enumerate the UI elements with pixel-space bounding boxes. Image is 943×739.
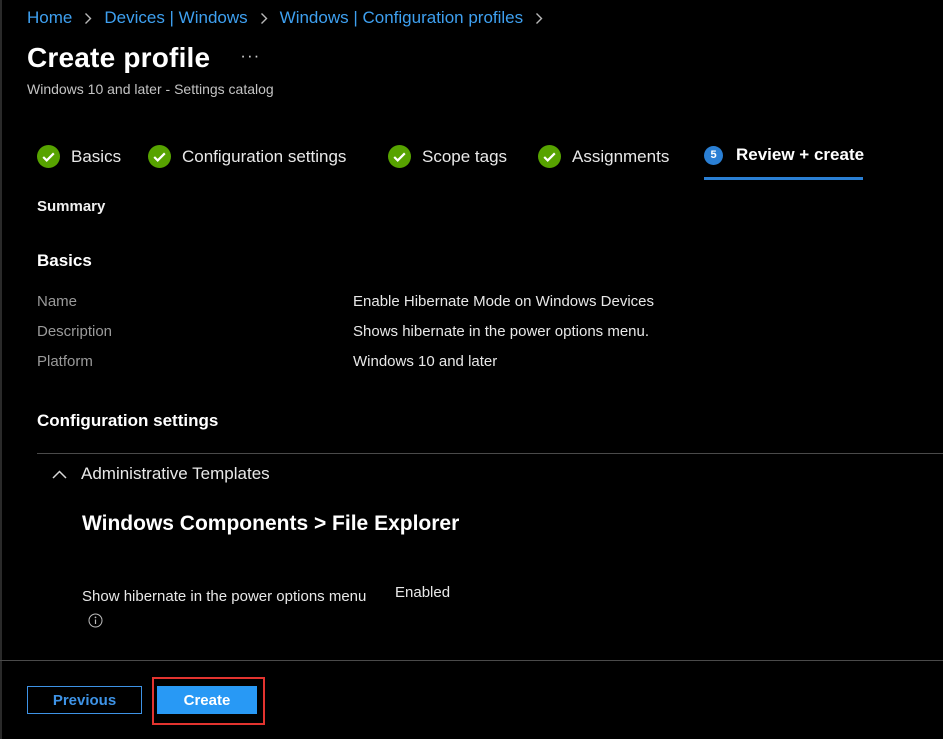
platform-value: Windows 10 and later — [353, 353, 498, 370]
tab-label: Review + create — [736, 145, 865, 164]
setting-name-text: Show hibernate in the power options menu — [82, 588, 367, 605]
active-tab-indicator — [704, 177, 863, 180]
tab-review-create[interactable]: 5 Review + create — [704, 145, 864, 165]
info-icon[interactable] — [88, 613, 103, 628]
check-circle-icon — [388, 145, 411, 168]
more-options-button[interactable]: ··· — [240, 46, 260, 66]
name-value: Enable Hibernate Mode on Windows Devices — [353, 293, 654, 310]
chevron-up-icon — [52, 469, 67, 479]
page-title: Create profile — [27, 42, 211, 73]
check-circle-icon — [148, 145, 171, 168]
chevron-right-icon — [535, 12, 543, 25]
previous-button[interactable]: Previous — [27, 686, 142, 714]
tab-label: Configuration settings — [182, 146, 347, 166]
description-label: Description — [37, 323, 113, 340]
chevron-right-icon — [260, 12, 268, 25]
configuration-settings-heading: Configuration settings — [37, 411, 219, 430]
title-row: Create profile ··· — [27, 42, 260, 74]
setting-value: Enabled — [395, 584, 451, 601]
tab-assignments[interactable]: Assignments — [538, 145, 669, 168]
breadcrumb-home[interactable]: Home — [27, 8, 72, 28]
create-button-highlight — [152, 677, 265, 725]
check-circle-icon — [538, 145, 561, 168]
tab-label: Basics — [71, 146, 122, 166]
step-number-badge: 5 — [704, 145, 723, 165]
breadcrumb-configuration-profiles[interactable]: Windows | Configuration profiles — [280, 8, 523, 28]
footer-divider — [0, 660, 943, 661]
page-subtitle: Windows 10 and later - Settings catalog — [27, 81, 274, 97]
description-value: Shows hibernate in the power options men… — [353, 323, 650, 340]
section-divider — [37, 453, 943, 454]
summary-heading: Summary — [37, 198, 106, 215]
name-label: Name — [37, 293, 78, 310]
chevron-right-icon — [84, 12, 92, 25]
tab-label: Scope tags — [422, 146, 508, 166]
platform-label: Platform — [37, 353, 93, 370]
administrative-templates-accordion[interactable]: Administrative Templates — [52, 464, 270, 484]
accordion-label: Administrative Templates — [81, 464, 270, 483]
breadcrumb: Home Devices | Windows Windows | Configu… — [27, 8, 555, 28]
breadcrumb-devices-windows[interactable]: Devices | Windows — [104, 8, 247, 28]
check-circle-icon — [37, 145, 60, 168]
category-title: Windows Components > File Explorer — [82, 512, 460, 535]
window-edge — [0, 0, 2, 739]
tab-basics[interactable]: Basics — [37, 145, 121, 168]
tab-configuration-settings[interactable]: Configuration settings — [148, 145, 346, 168]
basics-heading: Basics — [37, 251, 92, 270]
setting-name: Show hibernate in the power options menu — [82, 585, 372, 631]
tab-scope-tags[interactable]: Scope tags — [388, 145, 507, 168]
tab-label: Assignments — [572, 146, 670, 166]
